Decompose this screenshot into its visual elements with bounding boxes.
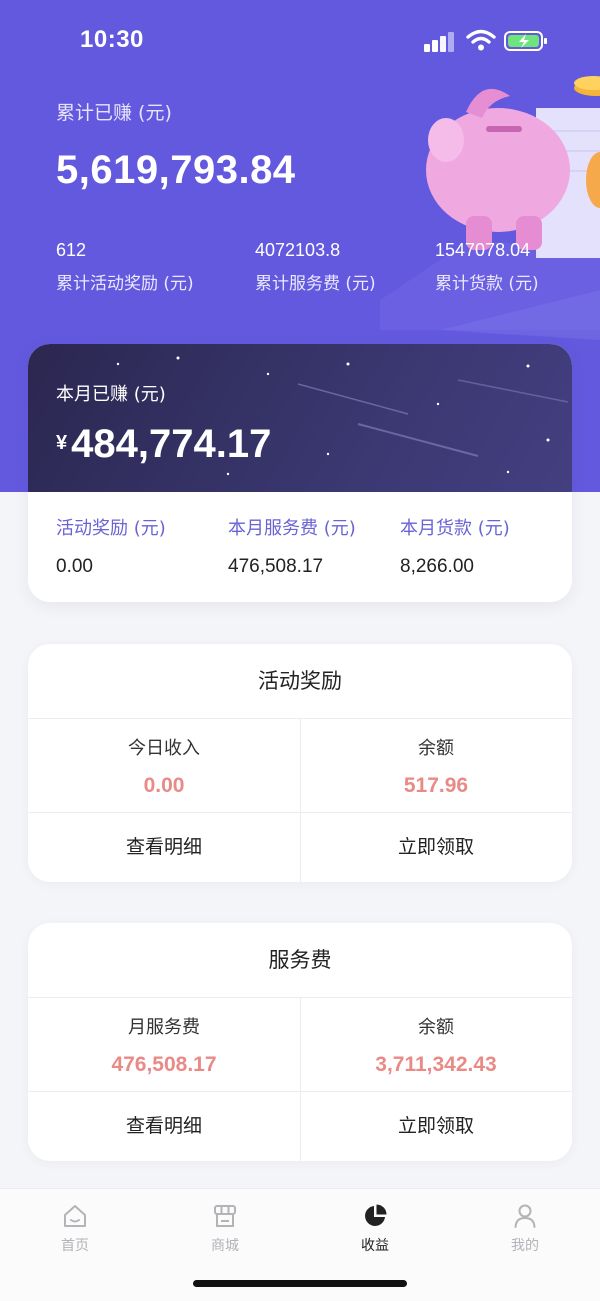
pie-chart-icon [365,1204,387,1226]
stat-service-fee: 4072103.8 累计服务费 (元) [255,240,376,294]
store-icon [214,1205,236,1227]
card-title: 服务费 [268,948,332,972]
status-time: 10:30 [80,26,144,53]
stat-label: 累计货款 (元) [435,274,539,294]
claim-now-button[interactable]: 立即领取 [300,1091,572,1161]
home-icon [64,1205,86,1227]
today-income-value: 0.00 [143,774,185,797]
stat-activity-reward: 612 累计活动奖励 (元) [56,240,194,294]
stat-goods-payment: 1547078.04 累计货款 (元) [435,240,539,294]
balance-value: 3,711,342.43 [375,1053,497,1076]
monthly-earnings-banner: 本月已赚 (元) ¥484,774.17 [28,344,572,492]
service-fee-card: 服务费 月服务费 476,508.17 余额 3,711,342.43 查看明细… [28,923,572,1161]
total-earned-label: 累计已赚 (元) [56,102,172,124]
monthly-service-fee-value: 476,508.17 [111,1053,217,1076]
stat-label: 本月服务费 (元) [228,518,356,539]
home-indicator [193,1280,407,1287]
stat-label: 累计服务费 (元) [255,274,376,294]
activity-reward-card: 活动奖励 今日收入 0.00 余额 517.96 查看明细 立即领取 [28,644,572,882]
monthly-stat-service-fee: 本月服务费 (元) 476,508.17 [228,514,356,578]
tab-label: 首页 [61,1238,89,1254]
view-details-button[interactable]: 查看明细 [28,812,300,882]
stat-label: 本月货款 (元) [400,518,510,539]
monthly-stat-goods-payment: 本月货款 (元) 8,266.00 [400,514,510,578]
stat-label: 活动奖励 (元) [56,518,166,539]
stat-value: 4072103.8 [255,240,341,260]
stat-value: 8,266.00 [400,556,474,577]
total-earned-value: 5,619,793.84 [56,148,296,192]
activity-balance: 余额 517.96 [300,734,572,798]
balance-label: 余额 [418,738,454,759]
view-details-button[interactable]: 查看明细 [28,1091,300,1161]
today-income: 今日收入 0.00 [28,734,300,798]
stat-value: 1547078.04 [435,240,531,260]
tab-store[interactable]: 商城 [175,1203,275,1255]
tab-label: 我的 [511,1238,539,1254]
status-bar: 10:30 [0,0,600,80]
service-fee-balance: 余额 3,711,342.43 [300,1013,572,1077]
stat-value: 612 [56,240,87,260]
tab-home[interactable]: 首页 [25,1203,125,1255]
today-income-label: 今日收入 [128,738,200,759]
monthly-earned-amount: 484,774.17 [71,422,272,466]
monthly-service-fee: 月服务费 476,508.17 [28,1013,300,1077]
earnings-page: 10:30 累计已赚 (元) 5,619,793.84 612 累计活动奖励 (… [0,0,600,1301]
cellular-signal-icon [424,30,458,52]
balance-label: 余额 [418,1017,454,1038]
monthly-earnings-card: 本月已赚 (元) ¥484,774.17 活动奖励 (元) 0.00 本月服务费… [28,344,572,602]
starry-sky-decoration [116,356,569,476]
stat-value: 0.00 [56,556,93,577]
stat-value: 476,508.17 [228,556,324,577]
battery-charging-icon [504,31,547,51]
claim-now-button[interactable]: 立即领取 [300,812,572,882]
tab-label: 商城 [211,1238,239,1254]
tab-earnings[interactable]: 收益 [325,1203,425,1255]
currency-symbol: ¥ [56,432,68,454]
user-icon [514,1204,536,1228]
monthly-stat-activity-reward: 活动奖励 (元) 0.00 [56,514,166,578]
card-title: 活动奖励 [258,669,342,693]
monthly-service-fee-label: 月服务费 [128,1017,200,1038]
balance-value: 517.96 [403,774,469,797]
monthly-earned-value: ¥484,774.17 [56,422,271,467]
monthly-earned-label: 本月已赚 (元) [56,384,166,405]
wifi-icon [466,29,496,51]
tab-profile[interactable]: 我的 [475,1203,575,1255]
tab-label: 收益 [361,1238,389,1254]
stat-label: 累计活动奖励 (元) [56,274,194,294]
